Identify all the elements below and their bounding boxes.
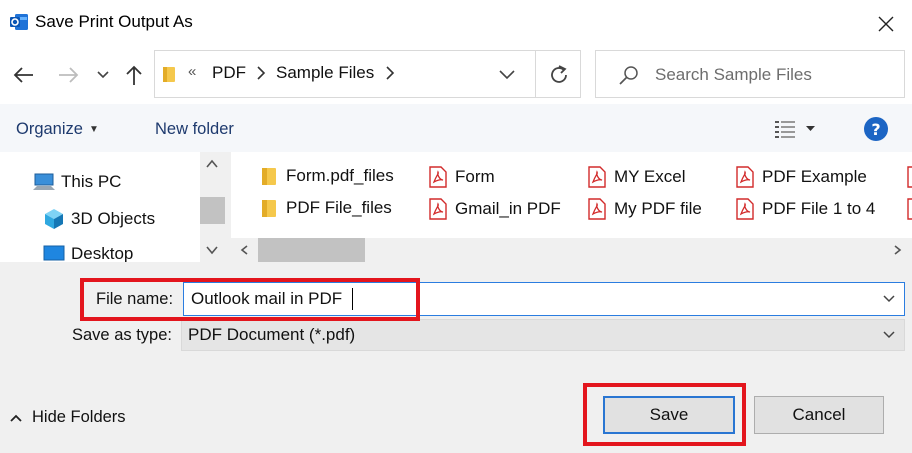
file-item-pdf[interactable]: PDF Example (736, 166, 867, 188)
organize-button[interactable]: Organize ▼ (16, 116, 99, 142)
pdf-icon (907, 198, 912, 220)
new-folder-label: New folder (155, 119, 234, 138)
details-view-icon (775, 121, 795, 138)
pdf-icon (429, 198, 447, 220)
cancel-button[interactable]: Cancel (754, 396, 884, 434)
recent-locations-button[interactable] (94, 62, 112, 88)
computer-icon (33, 173, 55, 190)
file-item-pdf-partial[interactable] (907, 166, 912, 188)
pdf-icon (736, 198, 754, 220)
file-name: PDF File 1 to 4 (762, 199, 876, 218)
file-name: Gmail_in PDF (455, 199, 561, 218)
close-icon (878, 16, 894, 32)
close-button[interactable] (866, 6, 906, 42)
chevron-down-icon (97, 71, 109, 79)
desktop-icon (43, 245, 65, 261)
pdf-icon (907, 166, 912, 188)
chevron-right-icon[interactable] (255, 65, 267, 81)
file-name: Form (455, 167, 495, 186)
hide-folders-button[interactable]: Hide Folders (9, 408, 126, 427)
organize-label: Organize (16, 119, 83, 138)
nav-scrollbar[interactable] (200, 152, 225, 262)
file-name: My PDF file (614, 199, 702, 218)
file-item-pdf[interactable]: My PDF file (588, 198, 702, 220)
nav-item-label: Desktop (71, 244, 134, 262)
chevron-up-icon (10, 414, 22, 422)
search-icon (619, 66, 638, 85)
hide-folders-label: Hide Folders (32, 408, 126, 426)
save-type-select[interactable]: PDF Document (*.pdf) (181, 319, 905, 351)
breadcrumb-pdf[interactable]: PDF (212, 63, 246, 83)
arrow-up-icon (126, 65, 142, 85)
nav-item-this-pc[interactable]: This PC (33, 172, 121, 192)
chevron-right-icon[interactable] (891, 244, 903, 256)
nav-item-desktop[interactable]: Desktop (43, 244, 133, 262)
save-type-label: Save as type: (72, 326, 172, 344)
file-item-pdf-partial[interactable] (907, 198, 912, 220)
scroll-thumb[interactable] (200, 197, 225, 224)
nav-item-label: 3D Objects (71, 209, 156, 228)
nav-item-3d-objects[interactable]: 3D Objects (43, 208, 155, 230)
file-item-pdf[interactable]: PDF File 1 to 4 (736, 198, 875, 220)
folder-icon (262, 168, 276, 185)
file-item-folder[interactable]: PDF File_files (260, 198, 392, 218)
outlook-icon (10, 14, 28, 30)
breadcrumb-sample-files[interactable]: Sample Files (276, 63, 374, 83)
nav-item-label: This PC (61, 172, 122, 191)
window-title: Save Print Output As (35, 12, 193, 31)
toolbar: Organize ▼ New folder ? (0, 104, 912, 152)
chevron-left-icon[interactable] (239, 244, 251, 256)
chevron-down-icon[interactable] (881, 328, 897, 342)
chevron-down-icon[interactable] (881, 292, 897, 306)
highlight-box (80, 278, 420, 321)
chevron-up-icon[interactable] (205, 158, 219, 170)
scroll-thumb[interactable] (258, 238, 365, 262)
file-item-pdf[interactable]: Form (429, 166, 495, 188)
pdf-icon (588, 166, 606, 188)
address-overflow[interactable]: « (188, 63, 196, 80)
file-item-pdf[interactable]: Gmail_in PDF (429, 198, 561, 220)
file-name: Form.pdf_files (286, 166, 394, 185)
pdf-icon (429, 166, 447, 188)
pdf-icon (736, 166, 754, 188)
title-bar: Save Print Output As (0, 0, 912, 46)
horizontal-scrollbar[interactable] (231, 238, 912, 262)
file-name: MY Excel (614, 167, 686, 186)
search-input[interactable]: Search Sample Files (595, 50, 905, 98)
up-button[interactable] (120, 62, 148, 88)
divider (535, 51, 536, 97)
folder-icon (163, 67, 175, 82)
file-item-folder[interactable]: Form.pdf_files (260, 166, 394, 186)
chevron-right-icon[interactable] (384, 65, 396, 81)
forward-button[interactable] (54, 62, 84, 88)
file-name: PDF File_files (286, 198, 392, 217)
caret-down-icon: ▼ (88, 123, 99, 135)
navigation-pane: This PC 3D Objects Desktop (0, 152, 225, 262)
file-list: Form.pdf_files PDF File_files Form Gmail… (231, 152, 912, 238)
help-button[interactable]: ? (864, 117, 888, 141)
chevron-down-icon[interactable] (205, 244, 219, 256)
address-bar[interactable]: « PDF Sample Files (154, 50, 581, 98)
highlight-box (583, 383, 746, 446)
chevron-down-icon[interactable] (496, 65, 518, 83)
arrow-left-icon (13, 67, 33, 83)
folder-icon (262, 200, 276, 217)
back-button[interactable] (8, 62, 38, 88)
file-item-pdf[interactable]: MY Excel (588, 166, 686, 188)
arrow-right-icon (59, 67, 79, 83)
cube-icon (45, 209, 63, 229)
new-folder-button[interactable]: New folder (155, 116, 234, 142)
change-view-button[interactable] (774, 117, 824, 141)
save-type-value: PDF Document (*.pdf) (188, 325, 356, 344)
refresh-icon[interactable] (546, 62, 572, 88)
search-placeholder: Search Sample Files (655, 65, 812, 84)
file-name: PDF Example (762, 167, 867, 186)
pdf-icon (588, 198, 606, 220)
caret-down-icon (806, 126, 815, 131)
